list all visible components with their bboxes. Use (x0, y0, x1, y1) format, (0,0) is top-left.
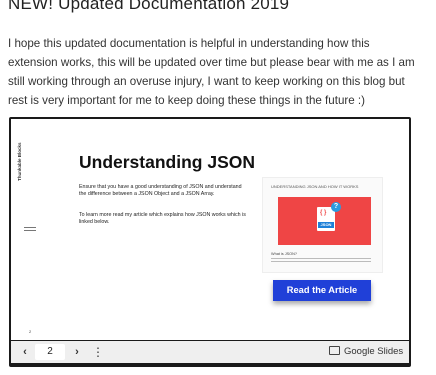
question-icon: ? (331, 202, 341, 212)
prev-slide-button[interactable]: ‹ (17, 343, 33, 361)
slide-title: Understanding JSON (79, 152, 255, 172)
slides-embed[interactable]: Thunkable Blocks 2 Understanding JSON En… (9, 117, 411, 367)
slide-page-number: 2 (29, 329, 32, 334)
slide-paragraph-2: To learn more read my article which expl… (79, 212, 246, 225)
post-heading: NEW! Updated Documentation 2019 (8, 0, 290, 13)
intro-paragraph: I hope this updated documentation is hel… (8, 37, 415, 107)
braces-text: { } (320, 210, 327, 216)
google-slides-icon (329, 345, 340, 355)
google-slides-label: Google Slides (344, 346, 404, 357)
thumbnail-body-lines (271, 258, 371, 264)
next-slide-button[interactable]: › (69, 343, 85, 361)
thumbnail-subtitle: What is JSON? (271, 252, 297, 256)
page-number-select[interactable]: 2 (35, 344, 65, 360)
brand-label: Thunkable Blocks (17, 142, 22, 181)
thumbnail-image: { } JSON ? (278, 197, 371, 245)
read-article-button[interactable]: Read the Article (273, 280, 371, 301)
google-slides-link[interactable]: Google Slides (329, 344, 403, 360)
menu-lines-icon (24, 227, 36, 233)
slide-canvas[interactable]: Thunkable Blocks 2 Understanding JSON En… (11, 119, 409, 340)
slides-toolbar: ‹ 2 › ⋮ Google Slides (11, 341, 409, 363)
json-badge: JSON (318, 222, 334, 228)
more-options-icon[interactable]: ⋮ (92, 343, 104, 361)
slide-paragraph-1: Ensure that you have a good understandin… (79, 184, 242, 197)
thumbnail-title: UNDERSTANDING JSON AND HOW IT WORKS (271, 184, 359, 189)
article-thumbnail: UNDERSTANDING JSON AND HOW IT WORKS { } … (262, 177, 383, 273)
